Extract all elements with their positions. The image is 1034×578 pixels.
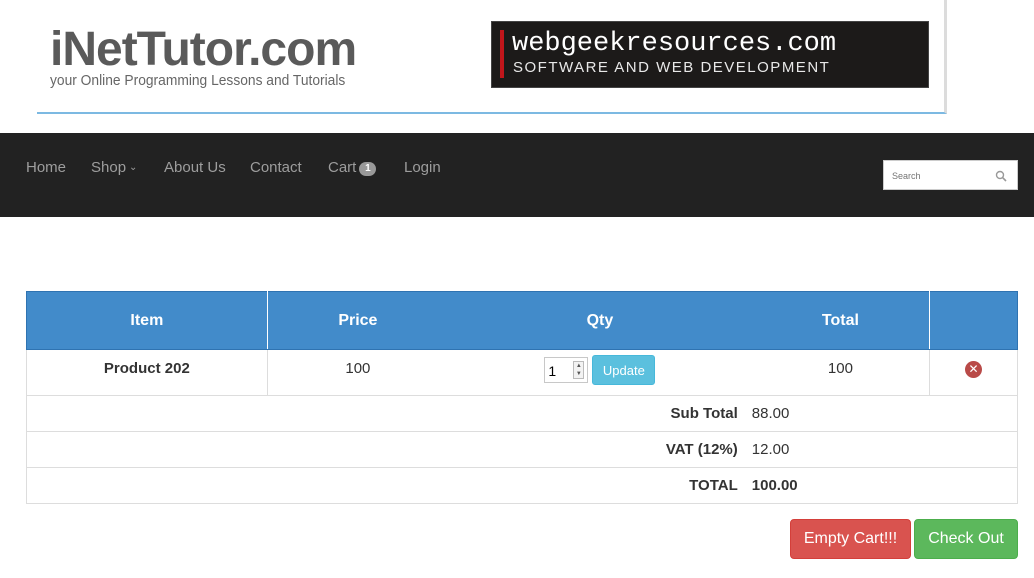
qty-group: ▲ ▼ Update xyxy=(544,355,656,385)
ad-title: webgeekresources.com xyxy=(512,29,837,59)
search-icon[interactable] xyxy=(995,170,1007,182)
header-item: Item xyxy=(26,291,268,350)
site-logo-title[interactable]: iNetTutor.com xyxy=(50,24,357,76)
checkout-button[interactable]: Check Out xyxy=(914,519,1018,559)
empty-cart-button[interactable]: Empty Cart!!! xyxy=(790,519,911,559)
vat-label: VAT (12%) xyxy=(25,431,752,468)
subtotal-value: 88.00 xyxy=(751,395,1018,432)
total-value: 100.00 xyxy=(751,467,1018,504)
cart-count-badge: 1 xyxy=(359,162,377,176)
nav-home[interactable]: Home xyxy=(26,159,66,177)
nav-login[interactable]: Login xyxy=(404,159,441,177)
total-row: TOTAL 100.00 xyxy=(25,467,1018,504)
nav-cart[interactable]: Cart 1 xyxy=(328,159,377,177)
nav-shop[interactable]: Shop ⌄ xyxy=(91,159,137,177)
cell-price: 100 xyxy=(266,349,449,396)
ad-subtitle: SOFTWARE AND WEB DEVELOPMENT xyxy=(513,59,831,76)
spin-down-icon[interactable]: ▼ xyxy=(574,370,583,378)
quantity-stepper[interactable]: ▲ ▼ xyxy=(544,357,589,383)
header-remove xyxy=(929,291,1018,350)
subtotal-row: Sub Total 88.00 xyxy=(25,395,1018,432)
search-box xyxy=(883,160,1018,190)
subtotal-label: Sub Total xyxy=(25,395,752,432)
quantity-spinner[interactable]: ▲ ▼ xyxy=(573,361,585,379)
remove-item-icon[interactable]: ✕ xyxy=(965,361,983,378)
ad-banner[interactable]: webgeekresources.com SOFTWARE AND WEB DE… xyxy=(491,21,929,88)
quantity-input[interactable] xyxy=(548,362,573,380)
nav-about[interactable]: About Us xyxy=(164,159,226,177)
cart-table: Item Price Qty Total Product 202 100 ▲ ▼ xyxy=(25,291,1018,504)
cell-remove: ✕ xyxy=(929,349,1018,396)
total-label: TOTAL xyxy=(25,467,752,504)
cell-item: Product 202 xyxy=(26,349,268,396)
header-price: Price xyxy=(267,291,449,350)
header-qty: Qty xyxy=(448,291,752,350)
search-input[interactable] xyxy=(892,169,992,183)
cart-header-row: Item Price Qty Total xyxy=(26,291,1018,350)
table-row: Product 202 100 ▲ ▼ Update 100 ✕ xyxy=(26,349,1018,396)
vat-row: VAT (12%) 12.00 xyxy=(25,431,1018,468)
vat-value: 12.00 xyxy=(751,431,1018,468)
site-logo-subtitle: your Online Programming Lessons and Tuto… xyxy=(50,72,346,89)
cell-total: 100 xyxy=(751,349,931,396)
nav-shop-label: Shop xyxy=(91,159,127,176)
spin-up-icon[interactable]: ▲ xyxy=(574,362,583,370)
nav-contact[interactable]: Contact xyxy=(250,159,302,177)
nav-cart-label: Cart xyxy=(328,159,357,176)
cell-qty: ▲ ▼ Update xyxy=(448,349,752,396)
update-button[interactable]: Update xyxy=(592,355,656,385)
chevron-down-icon: ⌄ xyxy=(129,162,138,173)
main-navbar: Home Shop ⌄ About Us Contact Cart 1 Login xyxy=(0,133,1034,217)
ad-accent-bar xyxy=(500,30,504,78)
header-banner: iNetTutor.com your Online Programming Le… xyxy=(0,0,1034,133)
header-total: Total xyxy=(751,291,931,350)
